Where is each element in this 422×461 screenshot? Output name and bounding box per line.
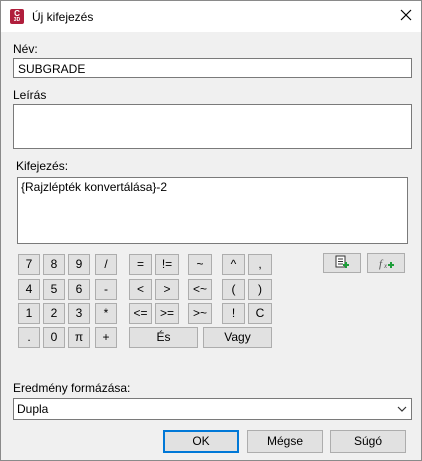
key-minus[interactable]: - bbox=[95, 279, 117, 300]
description-input[interactable] bbox=[18, 107, 408, 146]
ok-button[interactable]: OK bbox=[163, 430, 239, 453]
key-8[interactable]: 8 bbox=[43, 254, 65, 275]
key-0[interactable]: 0 bbox=[43, 327, 65, 348]
close-icon bbox=[400, 9, 412, 21]
key-power[interactable]: ^ bbox=[222, 254, 245, 275]
name-field-box bbox=[13, 58, 412, 78]
insert-property-button[interactable] bbox=[323, 253, 361, 273]
title-bar: C 3D Új kifejezés bbox=[1, 1, 421, 32]
key-4[interactable]: 4 bbox=[18, 279, 40, 300]
key-open-paren[interactable]: ( bbox=[222, 279, 245, 300]
svg-text:x: x bbox=[383, 262, 388, 270]
key-decimal[interactable]: . bbox=[18, 327, 40, 348]
description-field-box bbox=[13, 104, 412, 149]
key-less-equal[interactable]: <= bbox=[129, 303, 152, 324]
key-clear[interactable]: C bbox=[248, 303, 272, 324]
key-greater-than[interactable]: > bbox=[155, 279, 179, 300]
key-9[interactable]: 9 bbox=[68, 254, 90, 275]
chevron-down-icon bbox=[397, 406, 407, 412]
civil3d-app-icon: C 3D bbox=[10, 9, 24, 24]
expression-input[interactable]: {Rajzlépték konvertálása}-2 bbox=[21, 180, 404, 241]
key-6[interactable]: 6 bbox=[68, 279, 90, 300]
close-button[interactable] bbox=[395, 6, 417, 26]
name-input[interactable] bbox=[18, 61, 408, 76]
cancel-button[interactable]: Mégse bbox=[247, 430, 323, 453]
name-label: Név: bbox=[13, 42, 38, 56]
key-equals[interactable]: = bbox=[129, 254, 152, 275]
key-multiply[interactable]: * bbox=[95, 303, 117, 324]
key-greater-equal[interactable]: >= bbox=[155, 303, 179, 324]
key-7[interactable]: 7 bbox=[18, 254, 40, 275]
key-divide[interactable]: / bbox=[95, 254, 117, 275]
key-not[interactable]: ! bbox=[222, 303, 245, 324]
key-5[interactable]: 5 bbox=[43, 279, 65, 300]
key-pi[interactable]: π bbox=[68, 327, 90, 348]
key-greater-approx[interactable]: >~ bbox=[188, 303, 212, 324]
expression-label: Kifejezés: bbox=[16, 159, 69, 173]
insert-function-icon: f x bbox=[379, 258, 394, 270]
key-and[interactable]: És bbox=[129, 327, 198, 348]
help-button[interactable]: Súgó bbox=[330, 430, 406, 453]
format-selected-value: Dupla bbox=[17, 402, 49, 416]
format-dropdown[interactable]: Dupla bbox=[13, 398, 412, 420]
key-less-approx[interactable]: <~ bbox=[188, 279, 212, 300]
format-label: Eredmény formázása: bbox=[13, 381, 131, 395]
key-or[interactable]: Vagy bbox=[203, 327, 272, 348]
key-plus[interactable]: + bbox=[95, 327, 117, 348]
dialog-window: C 3D Új kifejezés Név: Leírás Kifejezés:… bbox=[0, 0, 422, 461]
expression-field-box: {Rajzlépték konvertálása}-2 bbox=[17, 177, 408, 244]
key-close-paren[interactable]: ) bbox=[248, 279, 272, 300]
key-approx[interactable]: ~ bbox=[188, 254, 212, 275]
key-not-equals[interactable]: != bbox=[155, 254, 179, 275]
insert-function-button[interactable]: f x bbox=[367, 253, 405, 273]
key-2[interactable]: 2 bbox=[43, 303, 65, 324]
description-label: Leírás bbox=[13, 88, 47, 102]
key-comma[interactable]: , bbox=[248, 254, 272, 275]
insert-property-icon bbox=[335, 255, 349, 268]
key-less-than[interactable]: < bbox=[129, 279, 152, 300]
key-1[interactable]: 1 bbox=[18, 303, 40, 324]
key-3[interactable]: 3 bbox=[68, 303, 90, 324]
window-title: Új kifejezés bbox=[32, 10, 94, 24]
